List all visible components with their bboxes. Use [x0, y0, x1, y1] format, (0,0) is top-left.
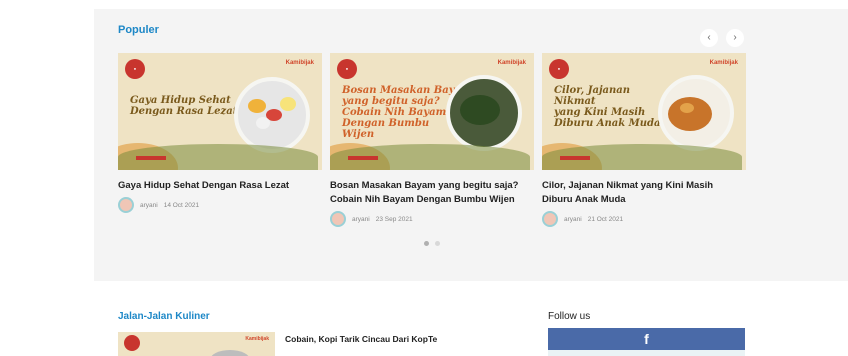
avatar — [330, 211, 346, 227]
prev-button[interactable]: ‹ — [700, 29, 718, 47]
article-card[interactable]: ● Kamibijak Cilor, Jajanan Nikmat yang K… — [542, 53, 746, 227]
thumbnail-headline: Gaya Hidup Sehat Dengan Rasa Lezat — [130, 95, 238, 117]
article-thumbnail[interactable]: ● Kamibijak Gaya Hidup Sehat Dengan Rasa… — [118, 53, 322, 170]
food-item — [248, 99, 266, 113]
carousel-pagination — [424, 241, 440, 246]
kuliner-title: Jalan-Jalan Kuliner — [118, 311, 210, 322]
article-thumbnail[interactable]: Kamibijak — [118, 332, 275, 356]
food-plate — [210, 350, 250, 356]
publish-date: 21 Oct 2021 — [587, 215, 624, 223]
kanal-logo: ● — [549, 59, 569, 79]
decor-bar — [560, 156, 590, 160]
kanal-logo: ● — [337, 59, 357, 79]
article-title[interactable]: Gaya Hidup Sehat Dengan Rasa Lezat — [118, 179, 322, 193]
article-meta: aryani 14 Oct 2021 — [118, 197, 322, 213]
publish-date: 14 Oct 2021 — [163, 201, 200, 209]
brand-logo: Kamibijak — [285, 60, 314, 66]
article-card[interactable]: ● Kamibijak Bosan Masakan Bayam yang beg… — [330, 53, 534, 227]
food-item — [460, 95, 500, 125]
brand-logo: Kamibijak — [245, 336, 269, 342]
top-strip — [0, 0, 848, 8]
chevron-left-icon: ‹ — [707, 32, 711, 43]
article-title[interactable]: Cobain, Kopi Tarik Cincau Dari KopTe — [285, 334, 437, 344]
thumbnail-headline: Cilor, Jajanan Nikmat yang Kini Masih Di… — [554, 85, 661, 129]
article-meta: aryani 21 Oct 2021 — [542, 211, 746, 227]
facebook-button[interactable]: f — [548, 328, 745, 350]
decor-bar — [348, 156, 378, 160]
author-name[interactable]: aryani — [352, 216, 370, 223]
article-title[interactable]: Bosan Masakan Bayam yang begitu saja? Co… — [330, 179, 534, 207]
food-item — [256, 117, 270, 129]
food-item — [280, 97, 296, 111]
chevron-right-icon: › — [733, 32, 737, 43]
author-name[interactable]: aryani — [140, 202, 158, 209]
article-thumbnail[interactable]: ● Kamibijak Bosan Masakan Bayam yang beg… — [330, 53, 534, 170]
social-widget-area — [548, 350, 745, 356]
food-item — [668, 97, 712, 131]
pagination-dot-1[interactable] — [424, 241, 429, 246]
article-title[interactable]: Cilor, Jajanan Nikmat yang Kini Masih Di… — [542, 179, 746, 207]
decor-bar — [136, 156, 166, 160]
follow-title: Follow us — [548, 311, 591, 322]
article-thumbnail[interactable]: ● Kamibijak Cilor, Jajanan Nikmat yang K… — [542, 53, 746, 170]
facebook-icon: f — [644, 331, 649, 347]
kanal-logo — [124, 335, 140, 351]
next-button[interactable]: › — [726, 29, 744, 47]
kanal-logo: ● — [125, 59, 145, 79]
avatar — [542, 211, 558, 227]
brand-logo: Kamibijak — [497, 60, 526, 66]
populer-title: Populer — [118, 24, 159, 36]
article-meta: aryani 23 Sep 2021 — [330, 211, 534, 227]
populer-section: Populer ‹ › ● Kamibijak Gaya Hidup Sehat… — [94, 9, 848, 281]
publish-date: 23 Sep 2021 — [375, 215, 413, 223]
brand-logo: Kamibijak — [709, 60, 738, 66]
food-item — [680, 103, 694, 113]
author-name[interactable]: aryani — [564, 216, 582, 223]
avatar — [118, 197, 134, 213]
article-card[interactable]: ● Kamibijak Gaya Hidup Sehat Dengan Rasa… — [118, 53, 322, 213]
pagination-dot-2[interactable] — [435, 241, 440, 246]
